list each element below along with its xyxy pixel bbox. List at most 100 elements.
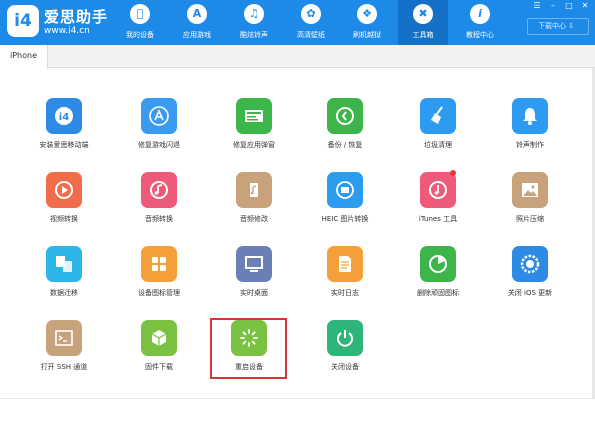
tool-label: 铃声制作 (516, 141, 544, 149)
app-url: www.i4.cn (44, 26, 90, 36)
tool-fix-app-popup[interactable]: 修复应用弹窗 (214, 98, 294, 158)
tool-fix-game-crash[interactable]: 修复游戏闪退 (119, 98, 199, 158)
i4-mobile-icon: i4 (46, 98, 82, 134)
bell-icon: ♫ (244, 4, 264, 24)
live-desktop-icon (236, 246, 272, 282)
photo-compress-icon (512, 172, 548, 208)
tool-live-log[interactable]: 实时日志 (305, 246, 385, 306)
selection-highlight (210, 318, 287, 379)
backup-restore-icon (327, 98, 363, 134)
nav-label: 酷炫铃声 (240, 31, 268, 39)
info-icon: i (470, 4, 490, 24)
tool-photo-compress[interactable]: 照片压缩 (490, 172, 570, 232)
video-convert-icon (46, 172, 82, 208)
minimize-icon[interactable]: – (546, 2, 560, 10)
nav-label: 刷机越狱 (353, 31, 381, 39)
bell-make-icon (512, 98, 548, 134)
tool-audio-edit[interactable]: 音频修改 (214, 172, 294, 232)
ios-update-off-icon (512, 246, 548, 282)
tool-label: 固件下载 (145, 363, 173, 371)
app-name: 爱思助手 (44, 8, 109, 26)
tool-label: HEIC 图片转换 (321, 215, 369, 223)
nav-tutorials[interactable]: i 教程中心 (455, 0, 505, 45)
firmware-box-icon (141, 320, 177, 356)
nav-label: 高清壁纸 (297, 31, 325, 39)
tool-label: 音频修改 (240, 215, 268, 223)
tool-label: 修复游戏闪退 (138, 141, 180, 149)
close-icon[interactable]: ✕ (578, 2, 592, 10)
audio-edit-icon (236, 172, 272, 208)
svg-text:i4: i4 (59, 112, 69, 123)
tool-open-ssh[interactable]: 打开 SSH 通道 (24, 320, 104, 380)
dropbox-icon: ❖ (357, 4, 377, 24)
nav-label: 我的设备 (126, 31, 154, 39)
tool-label: 实时日志 (331, 289, 359, 297)
tool-audio-convert[interactable]: 音频转换 (119, 172, 199, 232)
tool-delete-stubborn-icon[interactable]: 删除顽固图标 (398, 246, 478, 306)
nav-my-device[interactable]:  我的设备 (115, 0, 165, 45)
nav-ringtones[interactable]: ♫ 酷炫铃声 (229, 0, 279, 45)
tool-live-desktop[interactable]: 实时桌面 (214, 246, 294, 306)
apple-icon:  (130, 4, 150, 24)
app-store-icon: A (187, 4, 207, 24)
app-id-icon (236, 98, 272, 134)
nav-flash-jailbreak[interactable]: ❖ 刷机越狱 (342, 0, 392, 45)
tool-heic-convert[interactable]: HEIC 图片转换 (305, 172, 385, 232)
tool-label: 实时桌面 (240, 289, 268, 297)
menu-icon[interactable]: ☰ (530, 2, 544, 10)
top-header: i4 爱思助手 www.i4.cn  我的设备 A 应用游戏 ♫ 酷炫铃声 ✿… (0, 0, 595, 45)
tool-label: 垃圾清理 (424, 141, 452, 149)
nav-wallpapers[interactable]: ✿ 高清壁纸 (286, 0, 336, 45)
tool-label: 数据迁移 (50, 289, 78, 297)
broom-icon (420, 98, 456, 134)
tool-label: 安装爱思移动端 (39, 141, 89, 149)
tool-label: iTunes 工具 (418, 215, 458, 223)
nav-toolbox[interactable]: ✖ 工具箱 (398, 0, 448, 45)
nav-label: 应用游戏 (183, 31, 211, 39)
status-bar (0, 398, 595, 427)
device-tab-bar: iPhone (0, 45, 595, 69)
maximize-icon[interactable]: □ (562, 2, 576, 10)
data-migrate-icon (46, 246, 82, 282)
tool-install-i4-mobile[interactable]: i4 安装爱思移动端 (24, 98, 104, 158)
tool-label: 设备图标管理 (138, 289, 180, 297)
tool-firmware-download[interactable]: 固件下载 (119, 320, 199, 380)
tool-label: 备份 / 恢复 (327, 141, 363, 149)
tool-label: 关闭 iOS 更新 (507, 289, 553, 297)
tools-icon: ✖ (413, 4, 433, 24)
tool-ringtone-maker[interactable]: 铃声制作 (490, 98, 570, 158)
power-off-icon (327, 320, 363, 356)
heic-convert-icon (327, 172, 363, 208)
tool-data-migrate[interactable]: 数据迁移 (24, 246, 104, 306)
tool-label: 删除顽固图标 (417, 289, 459, 297)
window-controls: ☰ – □ ✕ (528, 2, 590, 10)
tool-label: 关闭设备 (331, 363, 359, 371)
tool-disable-ios-update[interactable]: 关闭 iOS 更新 (490, 246, 570, 306)
tool-label: 打开 SSH 通道 (40, 363, 88, 371)
live-log-icon (327, 246, 363, 282)
icon-manage-icon (141, 246, 177, 282)
tool-itunes[interactable]: iTunes 工具 (398, 170, 478, 232)
tool-label: 修复应用弹窗 (233, 141, 275, 149)
tab-iphone[interactable]: iPhone (0, 45, 48, 69)
tool-label: 视频转换 (50, 215, 78, 223)
tool-shutdown-device[interactable]: 关闭设备 (305, 320, 385, 380)
app-fix-icon (141, 98, 177, 134)
nav-label: 工具箱 (412, 31, 434, 39)
ssh-terminal-icon (46, 320, 82, 356)
audio-convert-icon (141, 172, 177, 208)
notification-dot (450, 170, 456, 176)
tool-backup-restore[interactable]: 备份 / 恢复 (305, 98, 385, 158)
itunes-icon (420, 172, 456, 208)
flower-icon: ✿ (301, 4, 321, 24)
tool-video-convert[interactable]: 视频转换 (24, 172, 104, 232)
nav-apps-games[interactable]: A 应用游戏 (172, 0, 222, 45)
tool-junk-clean[interactable]: 垃圾清理 (398, 98, 478, 158)
download-center-button[interactable]: 下载中心 ⇩ (527, 18, 589, 35)
tool-label: 音频转换 (145, 215, 173, 223)
tool-icon-manage[interactable]: 设备图标管理 (119, 246, 199, 306)
nav-label: 教程中心 (466, 31, 494, 39)
i4-logo-icon: i4 (7, 5, 39, 37)
delete-icon-icon (420, 246, 456, 282)
tool-label: 照片压缩 (516, 215, 544, 223)
